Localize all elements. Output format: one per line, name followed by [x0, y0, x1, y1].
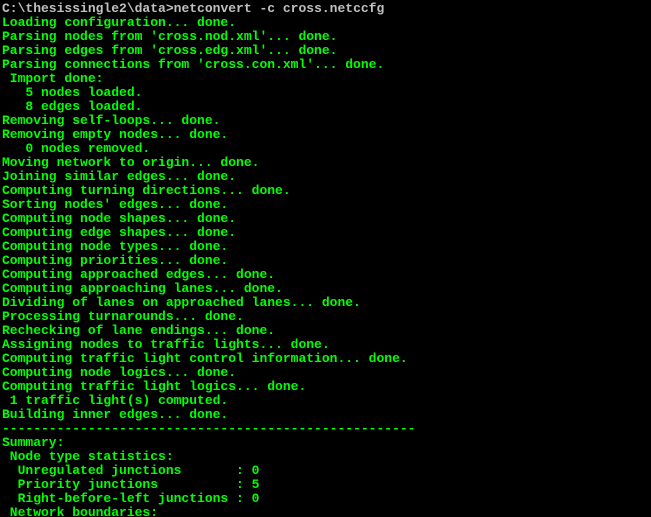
prompt: C:\thesissingle2\data> [2, 1, 174, 16]
terminal-output: C:\thesissingle2\data>netconvert -c cros… [0, 0, 651, 517]
output-body: Loading configuration... done. Parsing n… [2, 15, 415, 517]
command-line: C:\thesissingle2\data>netconvert -c cros… [2, 2, 651, 16]
typed-command: netconvert -c cross.netccfg [174, 1, 385, 16]
